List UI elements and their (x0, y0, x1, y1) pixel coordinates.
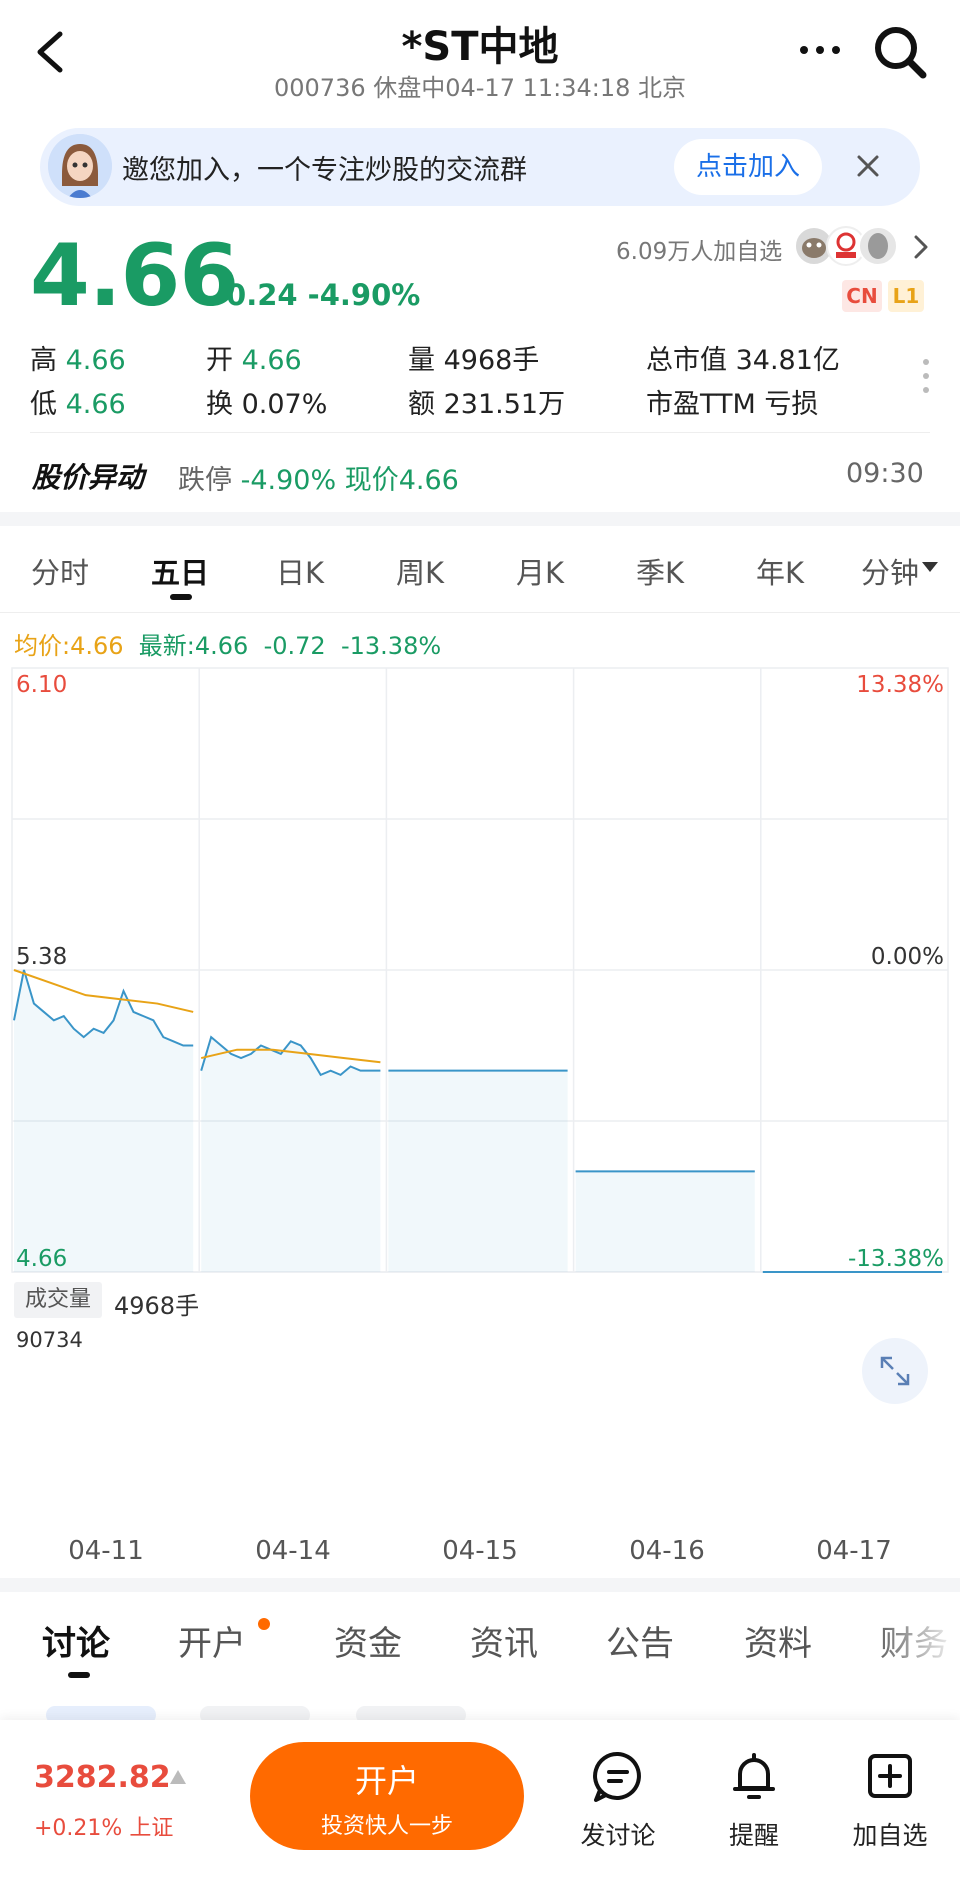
followers-count[interactable]: 6.09万人加自选 (616, 232, 782, 266)
price-area (388, 1070, 568, 1272)
follower-avatars (794, 226, 898, 266)
expand-chart-button[interactable] (862, 1338, 928, 1404)
post-discussion-icon[interactable] (590, 1748, 646, 1804)
current-price: 4.66 (30, 226, 239, 326)
price-alert-title: 股价异动 (32, 461, 145, 494)
stat-amount: 额 231.51万 (408, 389, 566, 420)
stat-turnover: 换 0.07% (206, 389, 328, 420)
chevron-right-icon[interactable] (910, 232, 932, 262)
tab-indicator (68, 1672, 90, 1678)
stock-subtitle: 000736 休盘中04-17 11:34:18 北京 (273, 74, 687, 102)
market-badge-cn: CN (842, 280, 882, 312)
close-icon[interactable] (852, 150, 884, 182)
divider (30, 432, 930, 433)
banner-text: 邀您加入，一个专注炒股的交流群 (122, 155, 527, 186)
post-discussion-label[interactable]: 发讨论 (558, 1816, 678, 1852)
tab-five-day[interactable]: 五日 (130, 550, 230, 592)
stat-pe-ttm: 市盈TTM 亏损 (646, 389, 819, 420)
level-badge-l1: L1 (888, 280, 924, 312)
price-area (14, 970, 194, 1272)
join-button[interactable]: 点击加入 (674, 139, 822, 195)
date-label: 04-15 (442, 1536, 518, 1566)
stat-market-cap: 总市值 34.81亿 (646, 345, 840, 376)
tab-daily-k[interactable]: 日K (250, 550, 350, 592)
tab-indicator (170, 594, 192, 600)
tab-news[interactable]: 资讯 (470, 1616, 538, 1665)
avatar (48, 134, 112, 198)
price-alert-time: 09:30 (846, 458, 924, 489)
date-label: 04-17 (816, 1536, 892, 1566)
average-line (13, 969, 194, 1013)
tab-monthly-k[interactable]: 月K (490, 550, 590, 592)
stat-volume: 量 4968手 (408, 345, 540, 376)
volume-max-label: 90734 (16, 1328, 83, 1352)
price-alert-text[interactable]: 跌停 -4.90% 现价4.66 (178, 458, 459, 497)
tab-open-account[interactable]: 开户 (178, 1616, 246, 1665)
tab-discussion[interactable]: 讨论 (42, 1616, 110, 1665)
date-label: 04-11 (68, 1536, 144, 1566)
open-account-sublabel: 投资快人一步 (320, 1814, 453, 1839)
bell-icon[interactable] (726, 1748, 782, 1804)
index-value[interactable]: 3282.82 (34, 1760, 171, 1795)
price-area (575, 1171, 755, 1272)
tab-intraday[interactable]: 分时 (10, 550, 110, 592)
caret-down-icon[interactable] (922, 562, 938, 572)
volume-label: 成交量 (14, 1282, 102, 1318)
notification-dot (258, 1618, 270, 1630)
y-axis-label-left: 6.10 (16, 672, 67, 698)
section-gap (0, 512, 960, 526)
section-gap (0, 1578, 960, 1592)
tab-announcements[interactable]: 公告 (606, 1616, 674, 1665)
tab-capital[interactable]: 资金 (334, 1616, 402, 1665)
more-stats-icon[interactable] (920, 356, 932, 396)
reminder-label[interactable]: 提醒 (694, 1816, 814, 1852)
index-change: +0.21% 上证 (34, 1816, 174, 1841)
y-axis-label-left: 5.38 (16, 944, 67, 970)
date-label: 04-14 (255, 1536, 331, 1566)
price-area (201, 1037, 381, 1272)
y-axis-label-right: -13.38% (848, 1246, 944, 1272)
open-account-label: 开户 (354, 1762, 419, 1800)
stat-open: 开 4.66 (206, 345, 302, 376)
more-dots-icon[interactable] (790, 30, 850, 70)
search-icon[interactable] (870, 22, 930, 82)
divider (0, 612, 960, 613)
add-watchlist-label[interactable]: 加自选 (830, 1816, 950, 1852)
stat-low: 低 4.66 (30, 389, 126, 420)
tab-profile[interactable]: 资料 (744, 1616, 812, 1665)
tab-weekly-k[interactable]: 周K (370, 550, 470, 592)
tabs-fade (870, 1600, 960, 1680)
add-watchlist-icon[interactable] (862, 1748, 918, 1804)
five-day-chart[interactable]: 6.10 13.38% 5.38 0.00% 4.66 -13.38% (0, 660, 960, 1300)
y-axis-label-left: 4.66 (16, 1246, 67, 1272)
tab-quarterly-k[interactable]: 季K (610, 550, 710, 592)
y-axis-label-right: 0.00% (871, 944, 944, 970)
y-axis-label-right: 13.38% (856, 672, 944, 698)
stat-high: 高 4.66 (30, 345, 126, 376)
expand-icon (880, 1356, 910, 1386)
date-label: 04-16 (629, 1536, 705, 1566)
volume-value: 4968手 (114, 1292, 200, 1320)
triangle-up-icon (170, 1770, 186, 1784)
price-change: -0.24 -4.90% (214, 278, 421, 312)
chart-legend: 均价:4.66 最新:4.66 -0.72 -13.38% (14, 632, 442, 660)
tab-yearly-k[interactable]: 年K (730, 550, 830, 592)
